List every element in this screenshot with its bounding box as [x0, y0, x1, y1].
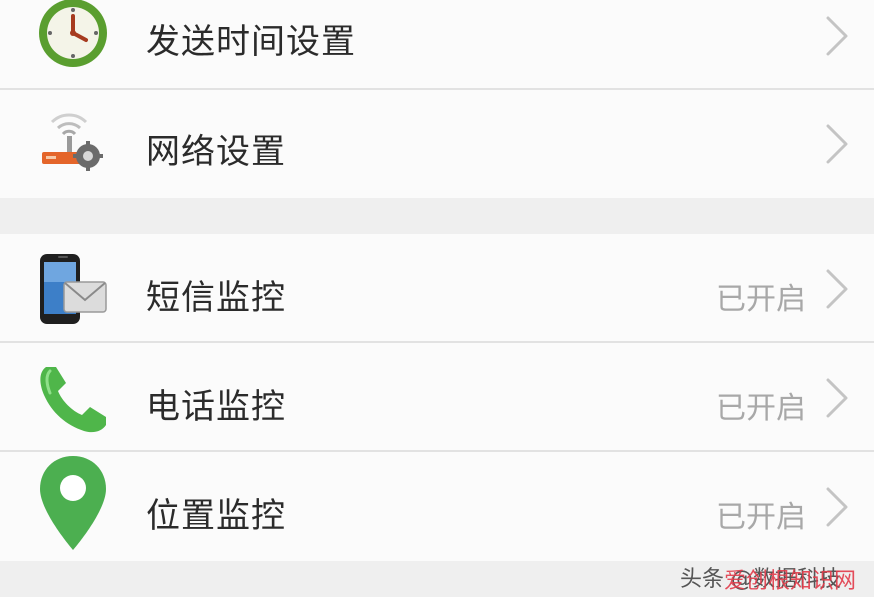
settings-row-network[interactable]: 网络设置 [0, 90, 874, 198]
chevron-right-icon [826, 378, 848, 418]
status-text: 已开启 [716, 391, 806, 426]
sms-phone-icon [40, 254, 107, 324]
settings-row-label: 短信监控 [146, 278, 286, 318]
settings-row-call-monitor[interactable]: 电话监控 已开启 [0, 343, 874, 450]
settings-row-label: 网络设置 [146, 132, 286, 172]
settings-row-sms-monitor[interactable]: 短信监控 已开启 [0, 234, 874, 341]
chevron-right-icon [826, 487, 848, 527]
settings-row-label: 发送时间设置 [146, 22, 356, 62]
location-pin-icon [40, 456, 106, 550]
watermark-site-text: 爱创根知识网 [724, 569, 857, 594]
settings-row-location-monitor[interactable]: 位置监控 已开启 [0, 452, 874, 561]
network-settings-icon [42, 113, 103, 171]
chevron-right-icon [826, 124, 848, 164]
status-text: 已开启 [716, 282, 806, 317]
chevron-right-icon [826, 269, 848, 309]
phone-handset-icon [40, 367, 106, 433]
clock-icon [39, 0, 107, 67]
watermark: 头条 @数据科技 爱创根知识网 [680, 561, 860, 594]
status-text: 已开启 [716, 500, 806, 535]
settings-row-label: 电话监控 [146, 387, 286, 427]
chevron-right-icon [826, 16, 848, 56]
settings-row-label: 位置监控 [146, 496, 286, 536]
settings-screen: 发送时间设置 网络设置 短信监控 已开启 电话监控 已开启 位置监控 已开启 头… [0, 0, 874, 597]
settings-row-send-time[interactable]: 发送时间设置 [0, 0, 874, 88]
